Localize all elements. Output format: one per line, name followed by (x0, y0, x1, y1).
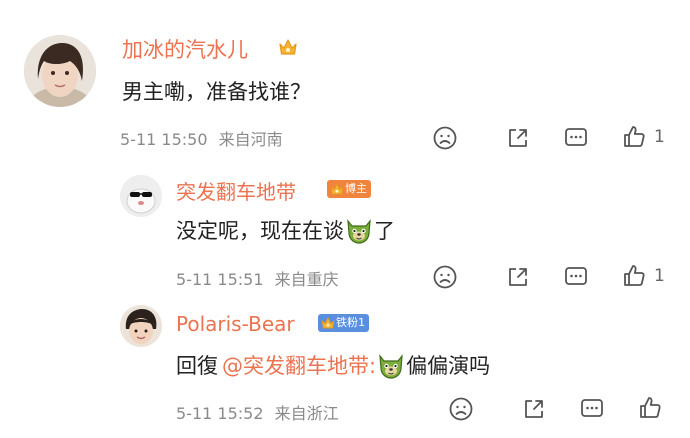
blogger-badge: 博主 (327, 180, 371, 198)
crown-icon (279, 39, 297, 55)
dislike-icon[interactable] (432, 264, 458, 290)
fan-badge: 铁粉1 (318, 314, 369, 332)
comment-text: 男主嘞，准备找谁？ (122, 80, 311, 104)
comment-meta: 5-11 15:51 来自重庆 (176, 266, 339, 290)
text-part: 偏偏演吗 (406, 354, 491, 378)
location: 来自河南 (218, 130, 283, 149)
timestamp: 5-11 15:52 (176, 404, 264, 423)
location: 来自浙江 (274, 404, 339, 423)
badge-label: 铁粉1 (336, 316, 365, 329)
share-icon[interactable] (521, 396, 547, 422)
like-icon[interactable] (621, 263, 647, 289)
like-icon[interactable] (637, 395, 663, 421)
like-count: 1 (654, 266, 665, 286)
timestamp: 5-11 15:50 (120, 130, 208, 149)
avatar[interactable] (120, 305, 162, 347)
comment-meta: 5-11 15:50 来自河南 (120, 126, 283, 150)
text-part: 没定呢，现在在谈 (176, 219, 344, 243)
dislike-icon[interactable] (448, 396, 474, 422)
like-icon[interactable] (621, 124, 647, 150)
comment-icon[interactable] (579, 396, 605, 422)
share-icon[interactable] (505, 264, 531, 290)
mention-link[interactable]: @突发翻车地带: (222, 354, 376, 378)
username[interactable]: Polaris-Bear (176, 312, 295, 336)
reply-prefix: 回復 (176, 354, 218, 378)
comment-text: 没定呢，现在在谈 了 (176, 215, 395, 245)
crown-icon (330, 183, 344, 195)
comment-icon[interactable] (563, 125, 589, 151)
comment-icon[interactable] (563, 264, 589, 290)
crown-icon (321, 317, 335, 329)
location: 来自重庆 (274, 270, 339, 289)
timestamp: 5-11 15:51 (176, 270, 264, 289)
dislike-icon[interactable] (432, 125, 458, 151)
dog-emoji-icon (379, 355, 403, 379)
badge-label: 博主 (345, 182, 367, 195)
share-icon[interactable] (505, 125, 531, 151)
like-count: 1 (654, 127, 665, 147)
avatar[interactable] (24, 35, 96, 107)
text-part: 了 (374, 219, 395, 243)
comment-meta: 5-11 15:52 来自浙江 (176, 400, 339, 424)
username[interactable]: 加冰的汽水儿 (122, 34, 248, 64)
dog-emoji-icon (347, 220, 371, 244)
username[interactable]: 突发翻车地带 (176, 176, 296, 205)
comment-text: 回復 @突发翻车地带: 偏偏演吗 (176, 350, 490, 380)
avatar[interactable] (120, 175, 162, 217)
